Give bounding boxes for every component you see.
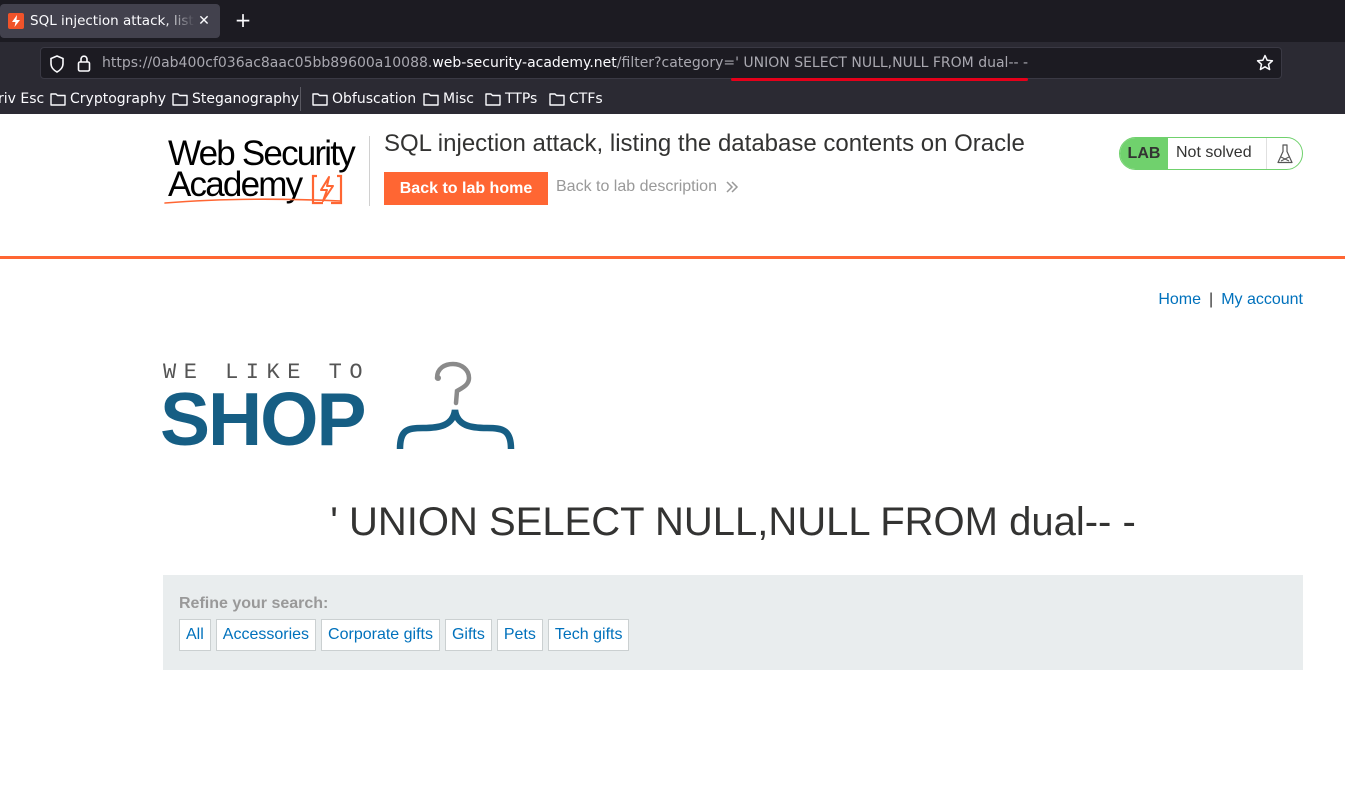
back-to-lab-description-link[interactable]: Back to lab description xyxy=(556,178,739,196)
url-bar[interactable]: https://0ab400cf036ac8aac05bb89600a10088… xyxy=(40,47,1282,81)
double-chevron-right-icon xyxy=(726,181,739,193)
lab-badge: LAB xyxy=(1120,138,1168,169)
nav-separator: | xyxy=(1209,291,1214,308)
bookmark-priv-esc[interactable]: riv Esc xyxy=(0,89,44,109)
url-host: web-security-academy.net xyxy=(432,55,617,71)
back-to-lab-home-button[interactable]: Back to lab home xyxy=(384,172,548,205)
refine-search-label: Refine your search: xyxy=(179,595,329,612)
url-prefix: https://0ab400cf036ac8aac05bb89600a10088… xyxy=(102,55,433,71)
bookmarks-toolbar: riv Esc Cryptography Steganography Obfus… xyxy=(0,84,1345,114)
bookmark-label: Obfuscation xyxy=(332,91,417,107)
my-account-link[interactable]: My account xyxy=(1221,291,1303,308)
header-divider xyxy=(369,136,370,206)
new-tab-button[interactable]: + xyxy=(233,10,253,30)
portswigger-favicon-icon xyxy=(8,13,24,29)
tab-title: SQL injection attack, listing the databa… xyxy=(30,13,195,29)
bookmark-label: CTFs xyxy=(569,91,603,107)
bookmark-misc[interactable]: Misc xyxy=(423,89,474,109)
browser-tab-bar: SQL injection attack, listing the databa… xyxy=(0,0,1345,42)
flask-icon xyxy=(1266,138,1302,169)
shop-logo: WE LIKE TO SHOP xyxy=(160,360,518,461)
bookmark-label: Misc xyxy=(443,91,474,107)
folder-icon xyxy=(50,93,66,106)
bookmark-label: TTPs xyxy=(505,91,538,107)
lock-icon[interactable] xyxy=(77,55,91,72)
bookmark-ctfs[interactable]: CTFs xyxy=(549,89,603,109)
url-path: /filter?category=' UNION SELECT NULL,NUL… xyxy=(616,55,1029,71)
lab-status-text: Not solved xyxy=(1176,144,1252,161)
logo-underline-swoosh xyxy=(164,198,342,204)
browser-nav-bar: https://0ab400cf036ac8aac05bb89600a10088… xyxy=(0,42,1345,84)
filter-tech-gifts[interactable]: Tech gifts xyxy=(547,619,630,651)
folder-icon xyxy=(423,93,439,106)
url-text[interactable]: https://0ab400cf036ac8aac05bb89600a10088… xyxy=(102,55,1028,71)
back-to-lab-description-label: Back to lab description xyxy=(556,178,717,195)
bookmark-cryptography[interactable]: Cryptography xyxy=(50,89,166,109)
refine-search-panel: Refine your search: All Accessories Corp… xyxy=(163,575,1303,670)
home-link[interactable]: Home xyxy=(1158,291,1201,308)
bookmark-obfuscation[interactable]: Obfuscation xyxy=(312,89,416,109)
bookmark-ttps[interactable]: TTPs xyxy=(485,89,537,109)
bookmark-label: Steganography xyxy=(192,91,300,107)
filter-all[interactable]: All xyxy=(179,619,211,651)
tracking-shield-icon[interactable] xyxy=(49,55,65,73)
lab-title: SQL injection attack, listing the databa… xyxy=(384,130,1025,157)
search-result-heading: ' UNION SELECT NULL,NULL FROM dual-- - xyxy=(330,500,1136,544)
lab-header: Web Security Academy SQL injection attac… xyxy=(0,114,1345,259)
filter-accessories[interactable]: Accessories xyxy=(215,619,317,651)
bookmark-separator xyxy=(300,87,301,111)
folder-icon xyxy=(172,93,188,106)
filter-corporate-gifts[interactable]: Corporate gifts xyxy=(321,619,440,651)
filter-gifts[interactable]: Gifts xyxy=(444,619,492,651)
bookmark-steganography[interactable]: Steganography xyxy=(172,89,299,109)
bookmark-label: riv Esc xyxy=(0,91,45,107)
category-filters: All Accessories Corporate gifts Gifts Pe… xyxy=(179,619,630,651)
bookmark-label: Cryptography xyxy=(70,91,167,107)
folder-icon xyxy=(549,93,565,106)
folder-icon xyxy=(312,93,328,106)
lab-status-widget: LAB Not solved xyxy=(1119,137,1303,170)
clothes-hanger-icon xyxy=(396,361,515,450)
shop-logo-word: SHOP xyxy=(160,377,367,461)
top-navigation: Home | My account xyxy=(1158,291,1303,309)
web-security-academy-logo[interactable]: Web Security Academy xyxy=(163,134,368,209)
close-tab-icon[interactable]: ✕ xyxy=(196,13,212,29)
filter-pets[interactable]: Pets xyxy=(496,619,543,651)
folder-icon xyxy=(485,93,501,106)
url-highlight-underline xyxy=(731,78,1028,81)
bookmark-star-icon[interactable] xyxy=(1256,54,1274,72)
browser-tab[interactable]: SQL injection attack, listing the databa… xyxy=(0,4,220,38)
